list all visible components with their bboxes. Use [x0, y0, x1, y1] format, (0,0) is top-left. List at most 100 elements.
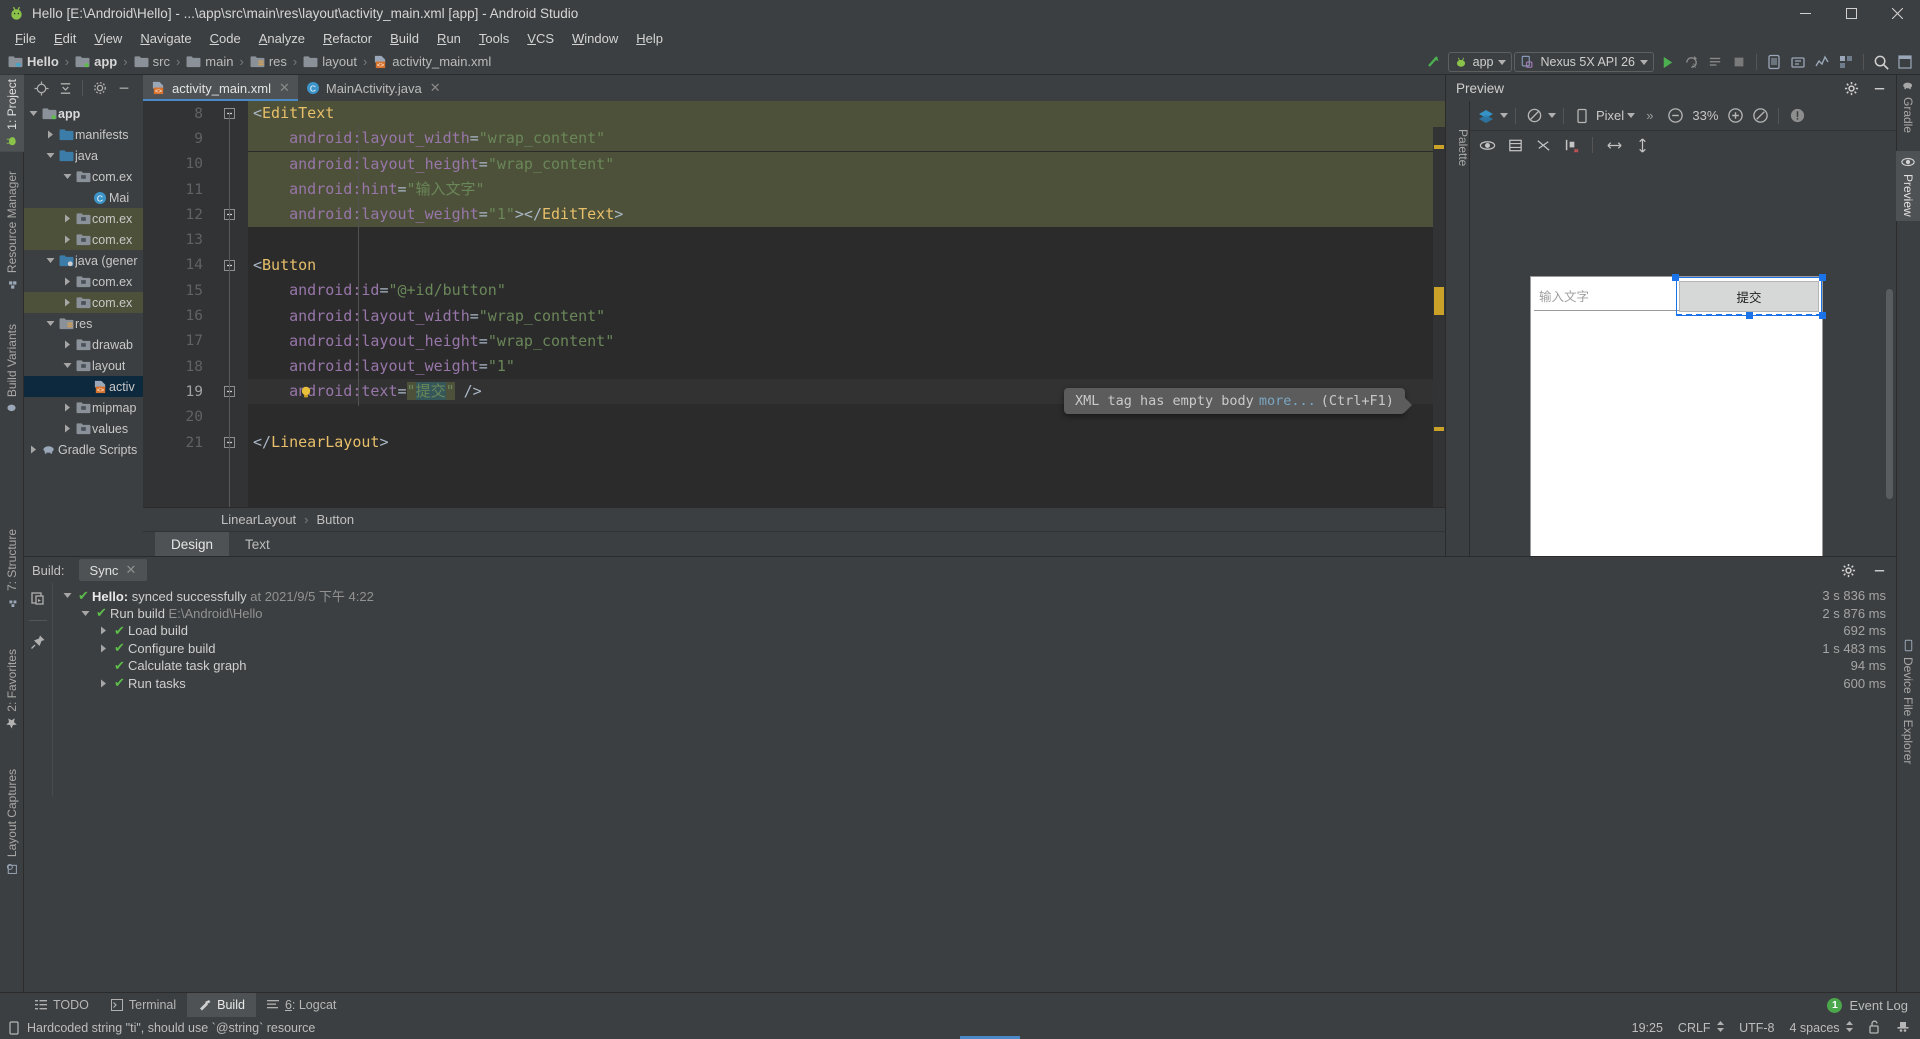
maximize-button[interactable] [1828, 0, 1874, 27]
settings-gear-icon[interactable] [89, 77, 111, 99]
code-line-14[interactable]: 14 <Button [143, 253, 1445, 278]
close-icon[interactable]: ✕ [279, 80, 290, 96]
tree-node-java[interactable]: java [24, 145, 143, 166]
editor-tab-mainactivity-java[interactable]: C MainActivity.java ✕ [297, 75, 449, 101]
bottom-tab-terminal[interactable]: Terminal [100, 993, 187, 1017]
code-text[interactable]: android:layout_height="wrap_content" [248, 151, 1445, 177]
menu-navigate[interactable]: Navigate [131, 29, 200, 48]
project-structure-icon[interactable] [1835, 51, 1857, 73]
tree-node-com-ex[interactable]: com.ex [24, 166, 143, 187]
stripe-warning-marker[interactable] [1434, 145, 1444, 149]
layout-editor-icon[interactable] [1894, 51, 1916, 73]
code-text[interactable]: android:id="@+id/button" [248, 278, 1445, 303]
tree-arrow-down-icon[interactable] [59, 591, 75, 600]
blueprint-icon[interactable] [1504, 134, 1526, 156]
fold-marker[interactable] [211, 259, 248, 271]
menu-window[interactable]: Window [563, 29, 627, 48]
tree-node-layout[interactable]: layout [24, 355, 143, 376]
breadcrumb-item-activity-main-xml[interactable]: <> activity_main.xml [373, 54, 491, 69]
breadcrumb-item-hello[interactable]: Hello [8, 54, 59, 69]
editor-mode-tab-design[interactable]: Design [155, 532, 230, 556]
sidebar-item-structure[interactable]: 7: Structure [0, 525, 24, 613]
tree-arrow-down-icon[interactable] [26, 109, 40, 118]
fold-marker[interactable] [211, 209, 248, 221]
build-node[interactable]: ✔ Calculate task graph 94 ms [53, 657, 1896, 675]
sidebar-item-build-variants[interactable]: Build Variants [0, 320, 24, 419]
horizontal-align-icon[interactable] [1603, 134, 1625, 156]
code-line-13[interactable]: 13 [143, 227, 1445, 252]
hide-icon[interactable] [113, 77, 135, 99]
fold-marker[interactable] [211, 437, 248, 448]
run-icon[interactable] [1656, 51, 1678, 73]
encoding[interactable]: UTF-8 [1739, 1021, 1774, 1035]
breadcrumb-item-src[interactable]: src [134, 54, 170, 69]
tree-node-java-gener[interactable]: java (gener [24, 250, 143, 271]
build-node[interactable]: ✔ Hello: synced successfully at 2021/9/5 … [53, 587, 1896, 605]
menu-vcs[interactable]: VCS [518, 29, 563, 48]
sync-gradle-icon[interactable] [1424, 51, 1446, 73]
apply-changes-icon[interactable] [1704, 51, 1726, 73]
tree-node-mai[interactable]: C Mai [24, 187, 143, 208]
component-breadcrumb-linearlayout[interactable]: LinearLayout [221, 512, 296, 527]
sidebar-item-resource-manager[interactable]: Resource Manager [0, 167, 24, 295]
code-text[interactable]: android:layout_width="wrap_content" [248, 126, 1445, 152]
tooltip-more-link[interactable]: more... [1259, 393, 1316, 409]
code-line-11[interactable]: 11 android:hint="输入文字" [143, 177, 1445, 203]
tree-arrow-right-icon[interactable] [60, 235, 74, 244]
code-text[interactable]: android:layout_height="wrap_content" [248, 329, 1445, 354]
code-text[interactable]: <Button [248, 253, 1445, 278]
line-separator[interactable]: CRLF [1678, 1021, 1725, 1035]
fold-marker[interactable] [211, 108, 248, 120]
margins-icon[interactable] [1560, 134, 1582, 156]
build-node[interactable]: ✔ Configure build 1 s 483 ms [53, 640, 1896, 658]
pin-icon[interactable] [27, 631, 49, 653]
tree-arrow-right-icon[interactable] [60, 424, 74, 433]
build-sync-tab[interactable]: Sync ✕ [78, 559, 148, 581]
breadcrumb-item-res[interactable]: res [250, 54, 287, 69]
sidebar-item-project[interactable]: 1: Project [0, 75, 24, 152]
resize-handle[interactable] [1819, 274, 1826, 281]
breadcrumb-item-layout[interactable]: layout [303, 54, 357, 69]
tree-node-app[interactable]: app [24, 103, 143, 124]
sdk-manager-icon[interactable] [1787, 51, 1809, 73]
code-text[interactable]: <EditText [248, 101, 1445, 127]
bottom-tab-6-logcat[interactable]: 6: Logcat [256, 993, 347, 1017]
settings-gear-icon[interactable] [1840, 77, 1862, 99]
tree-arrow-down-icon[interactable] [43, 256, 57, 265]
close-button[interactable] [1874, 0, 1920, 27]
tree-arrow-down-icon[interactable] [77, 609, 93, 618]
menu-edit[interactable]: Edit [45, 29, 85, 48]
profiler-icon[interactable] [1811, 51, 1833, 73]
stripe-warning-marker[interactable] [1434, 287, 1444, 315]
menu-file[interactable]: File [6, 29, 45, 48]
toolbar-overflow-icon[interactable]: » [1646, 108, 1653, 123]
tree-arrow-right-icon[interactable] [60, 277, 74, 286]
build-output-tree[interactable]: ✔ Hello: synced successfully at 2021/9/5 … [52, 583, 1896, 796]
stop-icon[interactable] [1728, 51, 1750, 73]
collapse-all-icon[interactable] [54, 77, 76, 99]
code-line-17[interactable]: 17 android:layout_height="wrap_content" [143, 329, 1445, 354]
menu-build[interactable]: Build [381, 29, 428, 48]
tree-arrow-right-icon[interactable] [43, 130, 57, 139]
preview-device-label[interactable]: Pixel [1596, 108, 1624, 123]
eye-icon[interactable] [1476, 134, 1498, 156]
code-lines[interactable]: 8 <EditText 9 android:layout_width="wrap_c… [143, 101, 1445, 507]
sidebar-item-device-file-explorer[interactable]: Device File Explorer [1896, 635, 1920, 768]
tree-arrow-right-icon[interactable] [60, 214, 74, 223]
tree-arrow-right-icon[interactable] [95, 679, 111, 688]
minimize-button[interactable] [1782, 0, 1828, 27]
preview-vertical-scrollbar[interactable] [1886, 289, 1893, 499]
device-selector[interactable]: Nexus 5X API 26 [1514, 52, 1654, 72]
menu-tools[interactable]: Tools [470, 29, 518, 48]
tree-node-values[interactable]: values [24, 418, 143, 439]
code-text[interactable]: android:layout_weight="1" [248, 354, 1445, 379]
sidebar-item-favorites[interactable]: 2: Favorites [0, 645, 24, 734]
error-stripe-gutter[interactable] [1433, 127, 1445, 507]
resize-handle[interactable] [1746, 312, 1753, 319]
code-text[interactable]: android:hint="输入文字" [248, 177, 1445, 203]
sidebar-item-layout-captures[interactable]: Layout Captures [0, 765, 24, 879]
inspector-hat-icon[interactable] [1896, 1020, 1910, 1037]
avd-manager-icon[interactable] [1763, 51, 1785, 73]
zoom-out-icon[interactable] [1664, 105, 1686, 127]
event-log-area[interactable]: 1 Event Log [1827, 993, 1920, 1017]
